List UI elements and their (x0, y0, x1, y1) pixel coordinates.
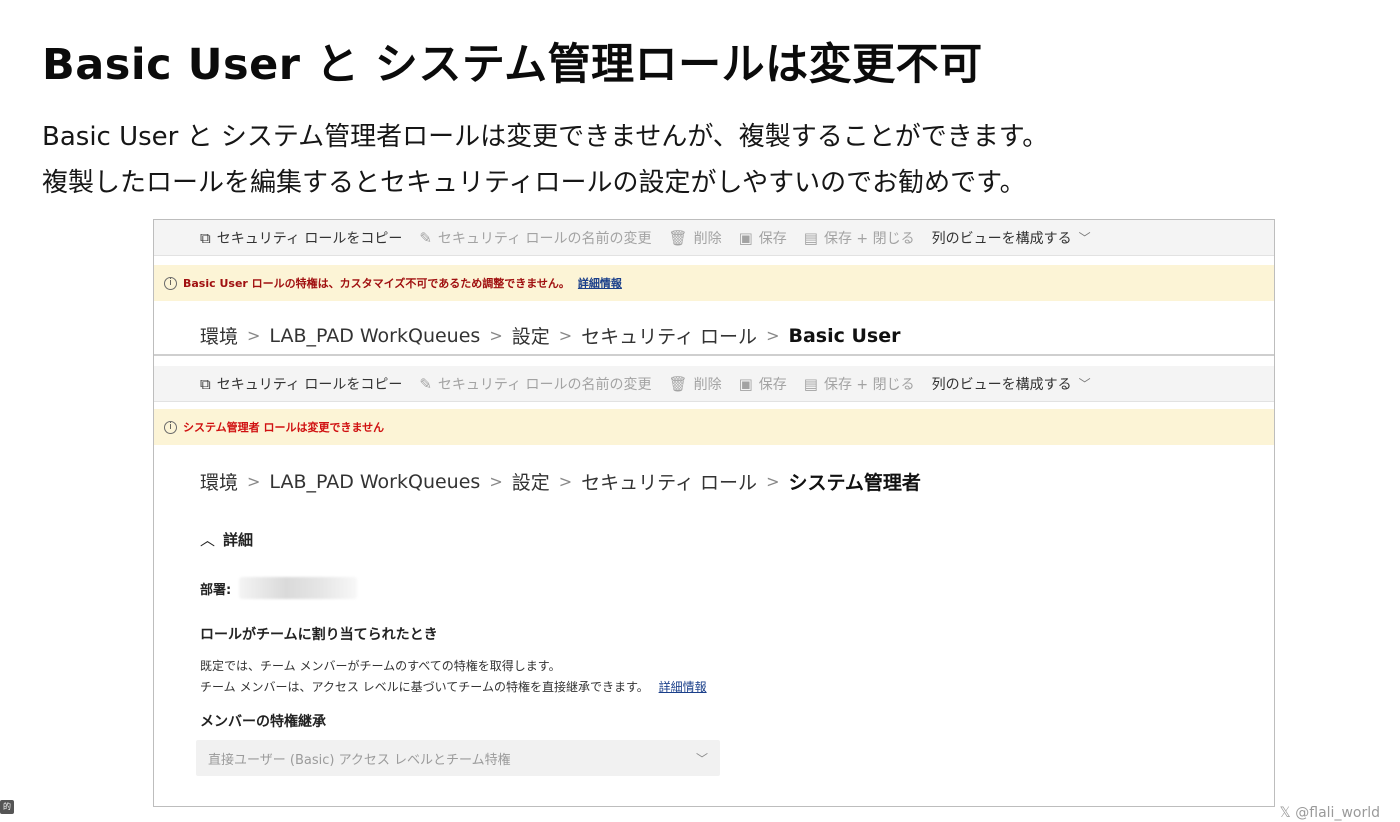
breadcrumb-item[interactable]: 設定 (512, 322, 550, 349)
section-divider (154, 354, 1274, 356)
warning-message-bar: i Basic User ロールの特権は、カスタマイズ不可であるため調整できませ… (154, 265, 1274, 301)
copy-icon: ⧉ (200, 228, 211, 247)
breadcrumb-item[interactable]: 環境 (200, 468, 238, 495)
team-assignment-description: 既定では、チーム メンバーがチームのすべての特権を取得します。 チーム メンバー… (200, 659, 707, 694)
slide-title: Basic User と システム管理ロールは変更不可 (42, 40, 983, 90)
breadcrumb-item[interactable]: 環境 (200, 322, 238, 349)
chevron-right-icon: > (558, 472, 573, 491)
breadcrumb-current: Basic User (788, 324, 901, 347)
delete-button[interactable]: 🗑 削除 (669, 228, 722, 248)
learn-more-link[interactable]: 詳細情報 (578, 275, 622, 291)
chevron-right-icon: > (558, 326, 573, 345)
trash-icon: 🗑 (668, 374, 688, 393)
breadcrumb-item[interactable]: 設定 (512, 468, 550, 495)
pencil-icon: ✎ (419, 374, 432, 393)
breadcrumb: 環境 > LAB_PAD WorkQueues > 設定 > セキュリティ ロー… (200, 468, 921, 495)
chevron-down-icon: ﹀ (1078, 377, 1091, 391)
details-section-toggle[interactable]: ︿ 詳細 (200, 529, 253, 550)
save-button[interactable]: ▣ 保存 (739, 228, 787, 248)
warning-message-bar: i システム管理者 ロールは変更できません (154, 409, 1274, 445)
breadcrumb-item[interactable]: セキュリティ ロール (581, 468, 757, 495)
chevron-down-icon: ﹀ (695, 751, 708, 766)
slide-description-line-2: 複製したロールを編集するとセキュリティロールの設定がしやすいのでお勧めです。 (42, 168, 1026, 198)
save-icon: ▣ (738, 374, 753, 393)
business-unit-field: 部署: (200, 577, 358, 599)
rename-role-button[interactable]: ✎ セキュリティ ロールの名前の変更 (419, 228, 651, 248)
trash-icon: 🗑 (668, 228, 688, 247)
slide-description: Basic User と システム管理者ロールは変更できませんが、複製することが… (42, 114, 1048, 206)
info-icon: i (164, 420, 177, 434)
chevron-right-icon: > (247, 472, 261, 491)
chevron-up-icon: ︿ (200, 531, 216, 549)
breadcrumb-item[interactable]: セキュリティ ロール (581, 322, 757, 349)
watermark: 𝕏 @flali_world (1279, 805, 1380, 821)
screenshot-frame: ⧉ セキュリティ ロールをコピー ✎ セキュリティ ロールの名前の変更 🗑 削除… (153, 219, 1275, 807)
pencil-icon: ✎ (419, 228, 432, 247)
rename-role-button[interactable]: ✎ セキュリティ ロールの名前の変更 (419, 374, 651, 394)
save-close-icon: ▤ (803, 374, 818, 393)
save-close-button[interactable]: ▤ 保存 + 閉じる (804, 374, 915, 394)
delete-button[interactable]: 🗑 削除 (669, 374, 722, 394)
privilege-inheritance-label: メンバーの特権継承 (200, 714, 326, 730)
chevron-right-icon: > (766, 472, 780, 491)
breadcrumb-current: システム管理者 (788, 472, 921, 494)
chevron-right-icon: > (489, 326, 503, 345)
corner-badge: 的 (0, 800, 14, 814)
privilege-inheritance-select[interactable]: 直接ユーザー (Basic) アクセス レベルとチーム特権 ﹀ (196, 740, 720, 776)
chevron-right-icon: > (489, 472, 503, 491)
copy-role-button[interactable]: ⧉ セキュリティ ロールをコピー (200, 374, 402, 394)
chevron-right-icon: > (766, 326, 780, 345)
chevron-right-icon: > (247, 326, 261, 345)
save-icon: ▣ (738, 228, 753, 247)
configure-view-button[interactable]: 列のビューを構成する ﹀ (932, 374, 1091, 394)
chevron-down-icon: ﹀ (1078, 231, 1091, 245)
warning-message-text: Basic User ロールの特権は、カスタマイズ不可であるため調整できません。 (183, 277, 570, 290)
team-assignment-heading: ロールがチームに割り当てられたとき (200, 627, 438, 643)
copy-icon: ⧉ (200, 374, 211, 393)
command-bar: ⧉ セキュリティ ロールをコピー ✎ セキュリティ ロールの名前の変更 🗑 削除… (154, 220, 1274, 256)
learn-more-link[interactable]: 詳細情報 (659, 680, 707, 694)
slide-description-line-1: Basic User と システム管理者ロールは変更できませんが、複製することが… (42, 122, 1049, 152)
breadcrumb-item[interactable]: LAB_PAD WorkQueues (269, 471, 480, 493)
business-unit-value-redacted (239, 577, 358, 599)
copy-role-button[interactable]: ⧉ セキュリティ ロールをコピー (200, 228, 402, 248)
breadcrumb-item[interactable]: LAB_PAD WorkQueues (269, 325, 480, 347)
save-close-icon: ▤ (803, 228, 818, 247)
warning-message-text: システム管理者 ロールは変更できません (183, 421, 385, 434)
save-button[interactable]: ▣ 保存 (739, 374, 787, 394)
info-icon: i (164, 276, 177, 290)
command-bar: ⧉ セキュリティ ロールをコピー ✎ セキュリティ ロールの名前の変更 🗑 削除… (154, 366, 1274, 402)
save-close-button[interactable]: ▤ 保存 + 閉じる (804, 228, 915, 248)
breadcrumb: 環境 > LAB_PAD WorkQueues > 設定 > セキュリティ ロー… (200, 322, 900, 349)
configure-view-button[interactable]: 列のビューを構成する ﹀ (932, 228, 1091, 248)
